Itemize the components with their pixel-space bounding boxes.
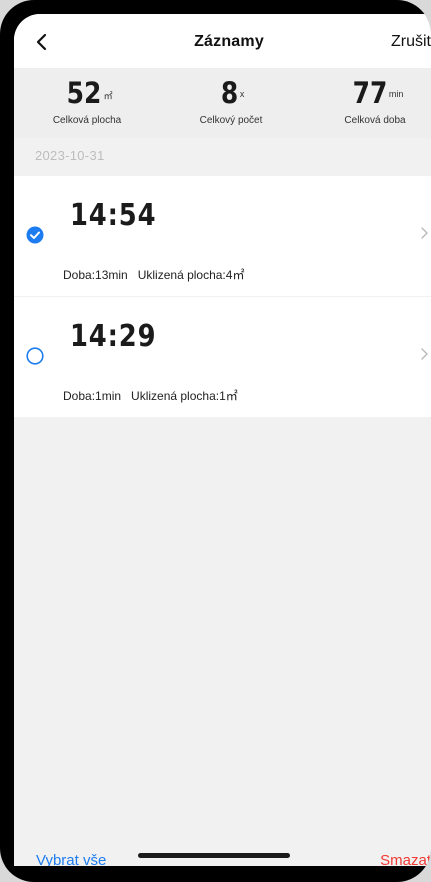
stat-label: Celkový počet: [199, 115, 263, 126]
stat-total-duration: 77 min Celková doba: [305, 68, 431, 126]
checkbox-unchecked-icon[interactable]: [26, 347, 44, 365]
stat-unit: x: [239, 89, 245, 99]
record-time: 14:54: [70, 198, 157, 233]
screen: Záznamy Zrušit 52 ㎡ Celková plocha 8 x C…: [14, 14, 431, 882]
record-area: Uklizená plocha:1㎡: [131, 389, 238, 403]
stats-summary: 52 ㎡ Celková plocha 8 x Celkový počet 77…: [14, 68, 431, 138]
date-header: 2023-10-31: [35, 148, 105, 163]
record-item[interactable]: 14:54 Doba:13min Uklizená plocha:4㎡: [14, 176, 431, 296]
checkbox-checked-icon[interactable]: [26, 226, 44, 244]
record-item[interactable]: 14:29 Doba:1min Uklizená plocha:1㎡: [14, 297, 431, 417]
chevron-right-icon: [421, 348, 428, 360]
stat-unit: min: [388, 89, 404, 99]
stat-value: 8: [220, 76, 238, 110]
stat-value: 77: [352, 76, 387, 110]
stat-unit: ㎡: [103, 91, 113, 101]
record-duration: Doba:13min: [63, 268, 128, 282]
stat-label: Celková plocha: [52, 115, 122, 126]
record-area: Uklizená plocha:4㎡: [137, 268, 245, 282]
chevron-right-icon: [421, 227, 428, 239]
cancel-button[interactable]: Zrušit: [391, 33, 431, 51]
device-frame-bottom: [0, 866, 431, 882]
stat-label: Celková doba: [344, 115, 406, 126]
record-duration: Doba:1min: [63, 389, 122, 403]
record-details: Doba:1min Uklizená plocha:1㎡: [63, 387, 238, 404]
stat-total-count: 8 x Celkový počet: [161, 68, 301, 126]
page-title: Záznamy: [194, 33, 264, 50]
record-time: 14:29: [70, 319, 157, 354]
home-indicator: [138, 853, 290, 858]
device-frame: Záznamy Zrušit 52 ㎡ Celková plocha 8 x C…: [0, 0, 431, 882]
nav-bar: Záznamy Zrušit: [14, 14, 431, 68]
stat-value: 52: [66, 76, 102, 110]
record-details: Doba:13min Uklizená plocha:4㎡: [63, 266, 244, 283]
stat-total-area: 52 ㎡ Celková plocha: [17, 68, 157, 126]
